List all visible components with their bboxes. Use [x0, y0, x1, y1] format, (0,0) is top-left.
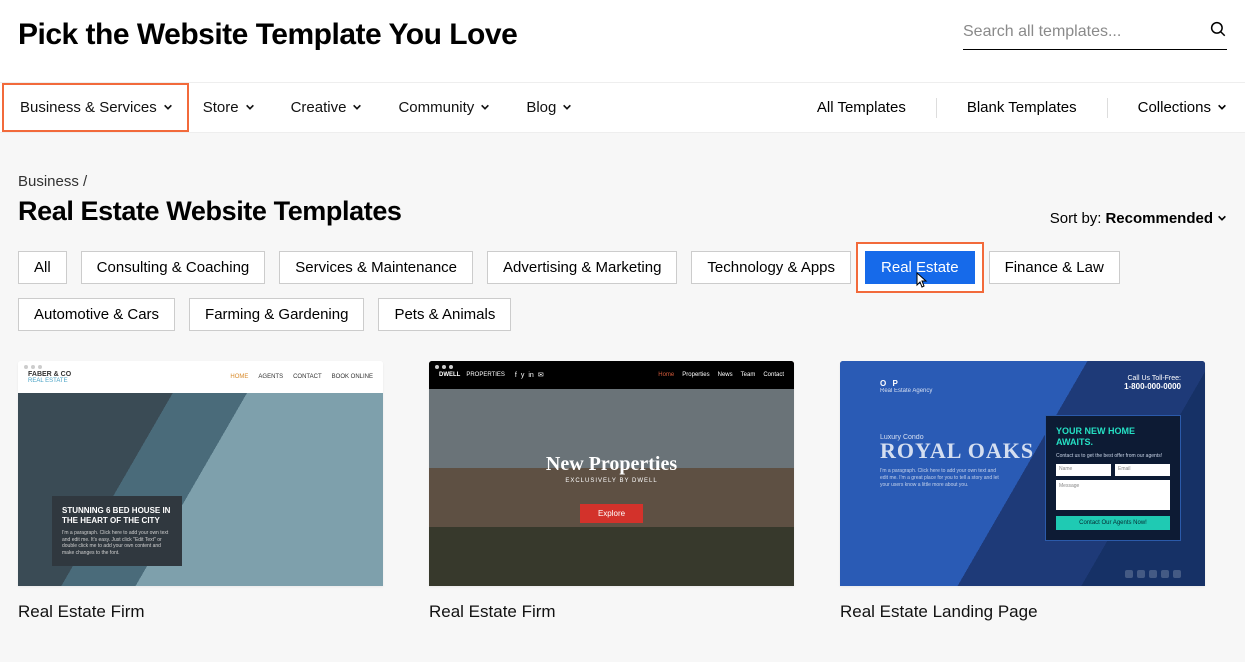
nav-label: Blank Templates	[967, 99, 1077, 116]
filter-chip-real-estate[interactable]: Real Estate	[865, 251, 975, 284]
thumb-menu-item: Contact	[763, 372, 784, 378]
chevron-down-icon	[163, 99, 173, 116]
social-icons: fyin✉	[511, 371, 544, 379]
nav-label: All Templates	[817, 99, 906, 116]
chevron-down-icon	[562, 99, 572, 116]
filter-chip-finance[interactable]: Finance & Law	[989, 251, 1120, 284]
template-card[interactable]: DWELL PROPERTIES fyin✉ Home Properties N…	[429, 361, 794, 622]
nav-item-business-services-highlight: Business & Services	[2, 83, 189, 132]
thumb-hero-sub: EXCLUSIVELY BY DWELL	[565, 478, 657, 484]
nav-item-store[interactable]: Store	[203, 85, 273, 130]
thumb-menu-item: Team	[741, 372, 756, 378]
chevron-down-icon	[480, 99, 490, 116]
nav-label: Community	[398, 99, 474, 116]
thumb-menu-item: Home	[658, 372, 674, 378]
thumb-tollfree: Call Us Toll-Free: 1-800-000-0000	[1124, 375, 1181, 391]
thumb-brand-sub: PROPERTIES	[466, 372, 505, 378]
navbar: Business & Services Store Creative Commu…	[0, 82, 1245, 133]
template-cards: FABER & CO REAL ESTATE HOME AGENTS CONTA…	[18, 361, 1227, 622]
thumb-menu-item: AGENTS	[258, 374, 283, 380]
thumb-menu-item: News	[718, 372, 733, 378]
filter-chip-row: All Consulting & Coaching Services & Mai…	[18, 251, 1227, 331]
chevron-down-icon	[1217, 210, 1227, 227]
template-thumbnail: FABER & CO REAL ESTATE HOME AGENTS CONTA…	[18, 361, 383, 586]
thumb-form-sub: Contact us to get the best offer from ou…	[1056, 453, 1170, 459]
page-title: Pick the Website Template You Love	[18, 18, 517, 52]
filter-chip-services[interactable]: Services & Maintenance	[279, 251, 473, 284]
filter-chip-consulting[interactable]: Consulting & Coaching	[81, 251, 266, 284]
window-dots-icon	[435, 365, 453, 369]
nav-label: Blog	[526, 99, 556, 116]
nav-link-blank-templates[interactable]: Blank Templates	[967, 85, 1077, 130]
nav-item-blog[interactable]: Blog	[526, 85, 590, 130]
thumb-overlay-para: I'm a paragraph. Click here to add your …	[62, 530, 172, 556]
thumb-brand-sub: REAL ESTATE	[28, 378, 71, 384]
thumb-tollfree-label: Call Us Toll-Free:	[1124, 375, 1181, 382]
thumb-form-heading: YOUR NEW HOME AWAITS.	[1056, 426, 1170, 448]
chip-label: Real Estate	[881, 259, 959, 276]
nav-item-business-services[interactable]: Business & Services	[20, 85, 173, 130]
template-card-title: Real Estate Landing Page	[840, 602, 1205, 622]
template-card[interactable]: O P Real Estate Agency Call Us Toll-Free…	[840, 361, 1205, 622]
filter-chip-automotive[interactable]: Automotive & Cars	[18, 298, 175, 331]
thumb-button: Explore	[580, 504, 643, 523]
filter-chip-farming[interactable]: Farming & Gardening	[189, 298, 364, 331]
nav-divider	[1107, 98, 1108, 118]
sort-value: Recommended	[1105, 210, 1213, 227]
breadcrumb[interactable]: Business /	[18, 173, 1227, 190]
thumb-menu-item: HOME	[230, 374, 248, 380]
template-thumbnail: DWELL PROPERTIES fyin✉ Home Properties N…	[429, 361, 794, 586]
chevron-down-icon	[245, 99, 255, 116]
nav-label: Creative	[291, 99, 347, 116]
window-dots-icon	[24, 365, 42, 369]
thumb-menu: HOME AGENTS CONTACT BOOK ONLINE	[230, 374, 373, 380]
nav-left: Business & Services Store Creative Commu…	[18, 83, 608, 132]
section-title: Real Estate Website Templates	[18, 196, 402, 227]
search-input[interactable]	[963, 23, 1201, 41]
thumb-menu-item: Properties	[682, 372, 709, 378]
nav-label: Collections	[1138, 99, 1211, 116]
filter-chip-all[interactable]: All	[18, 251, 67, 284]
thumb-para: I'm a paragraph. Click here to add your …	[880, 468, 1000, 489]
thumb-form: YOUR NEW HOME AWAITS. Contact us to get …	[1045, 415, 1181, 541]
nav-divider	[936, 98, 937, 118]
nav-item-creative[interactable]: Creative	[291, 85, 381, 130]
nav-item-community[interactable]: Community	[398, 85, 508, 130]
nav-label: Store	[203, 99, 239, 116]
thumb-brand: DWELL	[439, 372, 460, 378]
thumb-menu-item: BOOK ONLINE	[332, 374, 373, 380]
filter-chip-advertising[interactable]: Advertising & Marketing	[487, 251, 677, 284]
nav-label: Business & Services	[20, 99, 157, 116]
search-wrap[interactable]	[963, 20, 1227, 50]
thumb-form-field: Name	[1056, 464, 1111, 476]
thumb-overlay-heading: STUNNING 6 BED HOUSE IN THE HEART OF THE…	[62, 506, 172, 526]
social-icons	[1125, 570, 1181, 578]
filter-chip-pets[interactable]: Pets & Animals	[378, 298, 511, 331]
chevron-down-icon	[1217, 99, 1227, 116]
thumb-form-button: Contact Our Agents Now!	[1056, 516, 1170, 530]
thumb-tollfree-number: 1-800-000-0000	[1124, 382, 1181, 391]
thumb-overlay: STUNNING 6 BED HOUSE IN THE HEART OF THE…	[52, 496, 182, 566]
thumb-form-field: Email	[1115, 464, 1170, 476]
thumb-form-field: Message	[1056, 480, 1170, 510]
thumb-menu-item: CONTACT	[293, 374, 322, 380]
nav-link-all-templates[interactable]: All Templates	[817, 85, 906, 130]
nav-right: All Templates Blank Templates Collection…	[787, 85, 1227, 130]
template-card-title: Real Estate Firm	[429, 602, 794, 622]
sort-dropdown[interactable]: Sort by: Recommended	[1050, 210, 1227, 227]
thumb-brand: FABER & CO	[28, 371, 71, 378]
template-thumbnail: O P Real Estate Agency Call Us Toll-Free…	[840, 361, 1205, 586]
nav-link-collections[interactable]: Collections	[1138, 85, 1227, 130]
thumb-hero-title: New Properties	[546, 453, 677, 476]
chevron-down-icon	[352, 99, 362, 116]
filter-chip-technology[interactable]: Technology & Apps	[691, 251, 851, 284]
template-card-title: Real Estate Firm	[18, 602, 383, 622]
sort-label: Sort by:	[1050, 210, 1102, 227]
content-area: Business / Real Estate Website Templates…	[0, 133, 1245, 662]
template-card[interactable]: FABER & CO REAL ESTATE HOME AGENTS CONTA…	[18, 361, 383, 622]
search-icon[interactable]	[1209, 20, 1227, 43]
thumb-menu: Home Properties News Team Contact	[658, 372, 784, 378]
